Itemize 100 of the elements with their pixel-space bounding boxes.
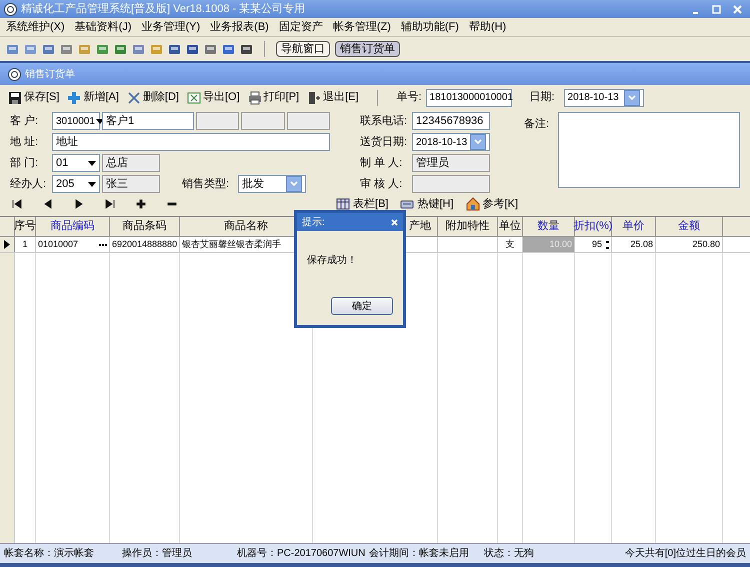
table-cell: 1 [15, 237, 36, 252]
status-text: 机器号：PC-20170607WIUN [237, 546, 366, 561]
nav-button[interactable]: 导航窗口 [276, 41, 330, 57]
toolbar-icon[interactable] [186, 42, 199, 56]
dropdown-button[interactable] [286, 176, 302, 192]
chevron-icon [290, 181, 298, 187]
chevron-icon [628, 94, 636, 100]
handler-name-field: 张三 [102, 175, 160, 193]
action-button[interactable]: 退出[E] [307, 89, 359, 106]
action-button[interactable]: 新增[A] [67, 89, 119, 106]
department-name-field: 总店 [102, 154, 160, 172]
remark-field[interactable] [558, 112, 740, 188]
phone-field[interactable]: 12345678936 [412, 112, 490, 130]
column-header[interactable]: 商品条码 [110, 217, 180, 236]
column-header[interactable]: 商品编码 [36, 217, 110, 236]
order-number-field[interactable]: 181013000010001 [426, 88, 512, 106]
spin-arrows-icon[interactable] [606, 240, 609, 248]
toolbar-icon[interactable] [222, 42, 235, 56]
department-code-field[interactable]: 01 [52, 154, 100, 172]
dropdown-arrow-icon[interactable] [88, 160, 96, 166]
chevron-icon [474, 139, 482, 145]
toolbar-icon[interactable] [240, 42, 253, 56]
toolbar-icon[interactable] [204, 42, 217, 56]
menu-item[interactable]: 固定资产 [278, 18, 323, 36]
field-label: 单号: [395, 90, 422, 106]
column-header[interactable]: 序号 [15, 217, 36, 236]
cross-icon [126, 90, 141, 104]
nav-button[interactable]: 销售订货单 [335, 41, 400, 57]
status-text: 今天共有[0]位过生日的会员 [624, 546, 746, 561]
column-header[interactable]: 折扣(%) [575, 217, 612, 236]
menu-item[interactable]: 帮助(H) [468, 18, 506, 36]
delivery-date-field[interactable]: 2018-10-13 [412, 133, 490, 151]
printer-icon [248, 90, 262, 104]
table-cell: 95 [575, 237, 612, 252]
field-label: 送货日期: [360, 134, 408, 150]
menu-item[interactable]: 帐务管理(Z) [332, 18, 391, 36]
window-title: 精诚化工产品管理系统[普及版] Ver18.1008 - 某某公司专用 [21, 2, 306, 17]
toolbar-icon[interactable] [42, 42, 55, 56]
address-field[interactable]: 地址 [52, 133, 330, 151]
action-button[interactable]: 打印[P] [248, 89, 300, 106]
field-label: 部 门: [10, 156, 40, 171]
menu-item[interactable]: 业务报表(B) [210, 18, 269, 36]
field-label: 审 核 人: [360, 176, 404, 192]
handler-code-field[interactable]: 205 [52, 175, 100, 193]
grid-tool-button[interactable]: 热键[H] [400, 196, 454, 212]
readonly-field [286, 112, 330, 130]
column-header[interactable]: 单价 [612, 217, 656, 236]
date-field[interactable]: 2018-10-13 [564, 88, 644, 106]
field-label: 经办人: [10, 176, 48, 192]
plus-icon[interactable] [136, 199, 146, 209]
dropdown-arrow-icon[interactable] [88, 182, 96, 186]
dropdown-button[interactable] [624, 90, 640, 106]
creator-field: 管理员 [412, 154, 490, 172]
column-header[interactable]: 数量 [523, 217, 575, 236]
toolbar-icon[interactable] [114, 42, 127, 56]
field-label: 备注: [524, 116, 550, 132]
dropdown-button[interactable] [470, 134, 486, 150]
document-title: 销售订货单 [25, 68, 75, 82]
field-label: 联系电话: [360, 114, 408, 129]
plus-icon [67, 90, 82, 104]
column-header[interactable]: 金额 [656, 217, 723, 236]
next-icon[interactable] [74, 199, 84, 209]
close-icon[interactable] [391, 218, 398, 226]
table-cell: 10.00 [523, 237, 575, 252]
menu-item[interactable]: 辅助功能(F) [400, 18, 459, 36]
customer-code-field[interactable]: 3010001 [52, 112, 100, 130]
customer-name-field[interactable]: 客户1 [102, 112, 194, 130]
field-label: 销售类型: [182, 176, 230, 192]
field-label: 地 址: [10, 134, 40, 150]
action-button[interactable]: 导出[O] [186, 89, 240, 106]
column-header[interactable]: 附加特性 [438, 217, 498, 236]
table-cell: 250.80 [656, 237, 723, 252]
field-label: 制 单 人: [360, 156, 404, 171]
field-label: 客 户: [10, 114, 40, 129]
readonly-field [196, 112, 240, 130]
status-text: 状态：无狗 [484, 546, 535, 561]
action-button[interactable]: 删除[D] [126, 89, 179, 106]
status-text: 帐套名称：演示帐套 [4, 546, 95, 561]
close-icon[interactable] [733, 4, 742, 14]
status-text: 操作员：管理员 [122, 547, 193, 561]
menu-item[interactable]: 基础资料(J) [74, 18, 132, 36]
menu-item[interactable]: 业务管理(Y) [142, 18, 200, 36]
toolbar-icon[interactable] [168, 42, 181, 56]
ok-button[interactable]: 确定 [331, 297, 393, 315]
previous-icon[interactable] [43, 199, 53, 209]
save-icon [8, 90, 22, 104]
app-logo-icon [4, 2, 17, 16]
sales-type-select[interactable]: 批发 [238, 175, 306, 193]
table-cell: 6920014888880 [110, 237, 180, 252]
first-record-icon[interactable] [12, 199, 22, 209]
house-icon [466, 197, 480, 211]
maximize-icon[interactable] [712, 4, 721, 14]
action-button[interactable]: 保存[S] [8, 89, 60, 106]
last-record-icon[interactable] [105, 199, 115, 209]
app-logo-icon [8, 68, 21, 80]
grid-tool-button[interactable]: 参考[K] [466, 196, 518, 212]
table-cell: 25.08 [612, 237, 656, 252]
door-icon [307, 90, 322, 104]
menu-item[interactable]: 系统维护(X) [6, 18, 65, 36]
column-header[interactable]: 单位 [498, 217, 523, 236]
